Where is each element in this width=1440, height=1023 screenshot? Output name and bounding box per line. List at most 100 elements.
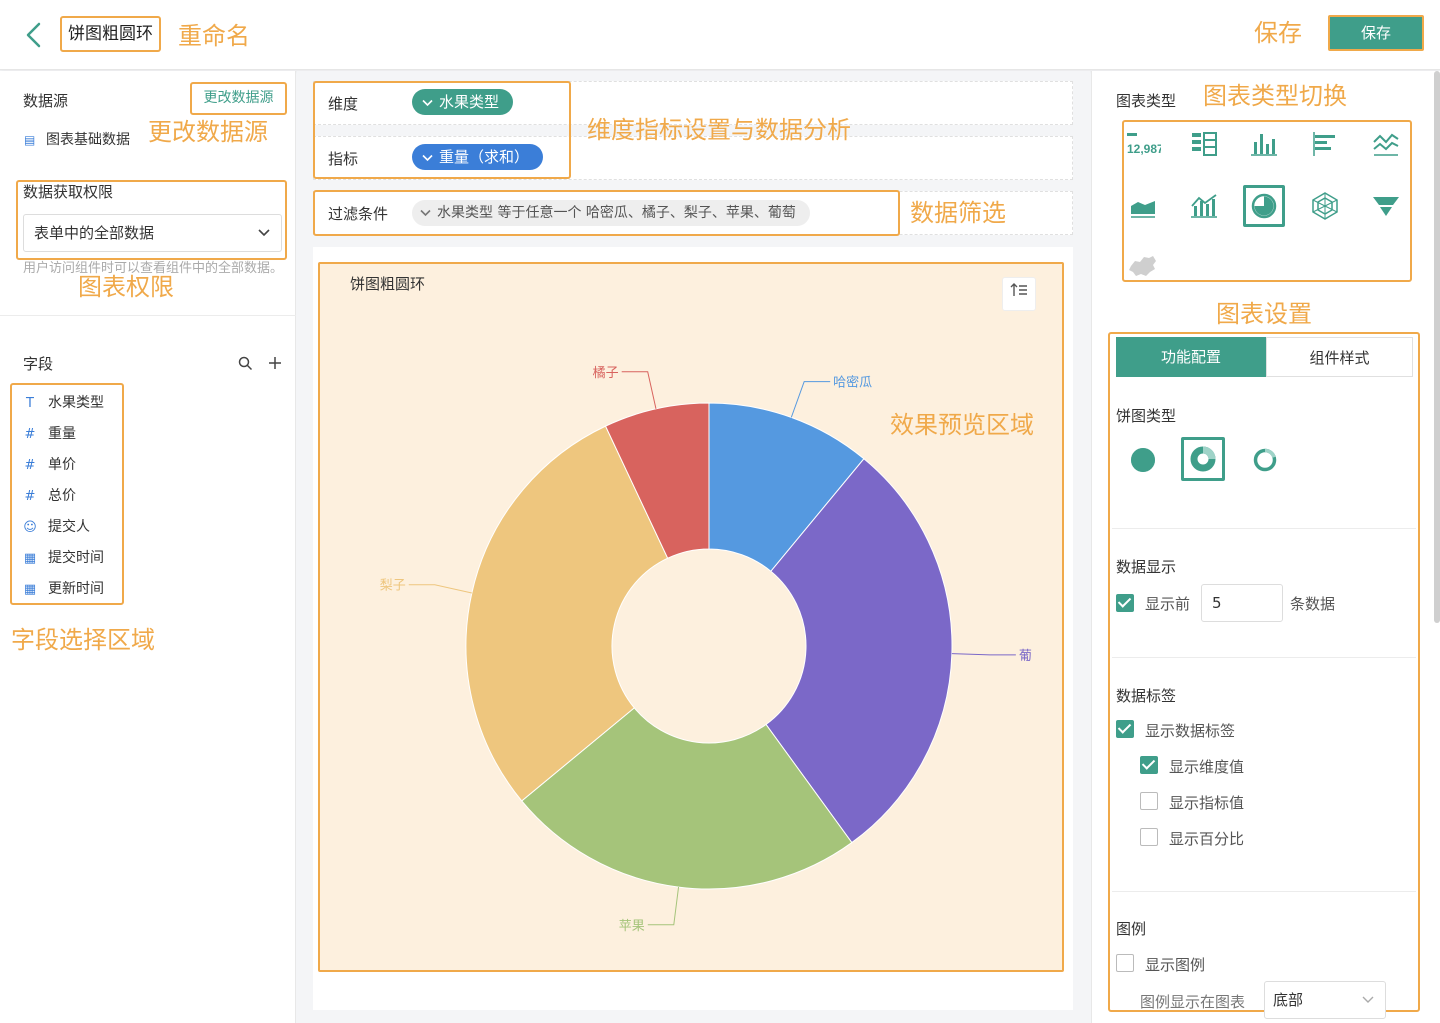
- show-percent-text: 显示百分比: [1169, 830, 1245, 848]
- thin-ring-icon: [1253, 448, 1277, 472]
- annotation-chart-switch: 图表类型切换: [1203, 82, 1347, 110]
- chart-name-box[interactable]: 饼图粗圆环: [60, 16, 161, 52]
- pie-type-thin-ring[interactable]: [1243, 438, 1287, 482]
- metric-label: 指标: [328, 150, 359, 168]
- data-display-title: 数据显示: [1116, 558, 1177, 576]
- chart-type-funnel[interactable]: [1365, 185, 1407, 227]
- back-button[interactable]: [20, 18, 50, 52]
- show-dim-value-text: 显示维度值: [1169, 758, 1245, 776]
- chart-type-kpi[interactable]: 12,987: [1122, 123, 1164, 165]
- field-item[interactable]: T 水果类型: [22, 390, 104, 416]
- filter-label: 过滤条件: [328, 205, 389, 223]
- legend-title: 图例: [1116, 920, 1147, 938]
- chart-type-horizontal-bar[interactable]: [1304, 123, 1346, 165]
- line-chart-icon: [1373, 133, 1399, 156]
- show-metric-value-checkbox[interactable]: [1140, 792, 1158, 810]
- search-icon[interactable]: [238, 356, 253, 371]
- field-item[interactable]: ☺ 提交人: [22, 514, 90, 540]
- tab-config[interactable]: 功能配置: [1116, 337, 1266, 377]
- field-label: 水果类型: [48, 395, 104, 411]
- annotation-permission: 图表权限: [78, 273, 174, 301]
- save-button[interactable]: 保存: [1328, 15, 1424, 51]
- datasource-item[interactable]: ▤ 图表基础数据: [24, 131, 130, 149]
- metric-pill[interactable]: 重量（求和）: [412, 144, 544, 170]
- field-item[interactable]: ▦ 更新时间: [22, 576, 104, 602]
- pie-type-title: 饼图类型: [1116, 407, 1177, 425]
- field-item[interactable]: # 总价: [22, 483, 76, 509]
- dimension-pill[interactable]: 水果类型: [412, 89, 514, 115]
- tab-style[interactable]: 组件样式: [1266, 337, 1413, 377]
- show-percent-checkbox[interactable]: [1140, 828, 1158, 846]
- horizontal-bar-icon: [1313, 132, 1335, 156]
- annotation-change-datasource: 更改数据源: [148, 118, 268, 146]
- legend-position-label: 图例显示在图表: [1140, 993, 1246, 1011]
- pie-chart-icon: [1251, 193, 1277, 219]
- field-label: 重量: [48, 426, 76, 442]
- filter-pill[interactable]: 水果类型 等于任意一个 哈密瓜、橘子、梨子、苹果、葡萄: [412, 200, 810, 226]
- legend-position-select[interactable]: 底部: [1264, 981, 1386, 1019]
- field-label: 提交人: [48, 519, 90, 535]
- chart-type-line[interactable]: [1365, 123, 1407, 165]
- show-metric-value-text: 显示指标值: [1169, 794, 1245, 812]
- change-datasource-button[interactable]: 更改数据源: [190, 82, 287, 115]
- show-legend-text: 显示图例: [1145, 956, 1206, 974]
- show-data-label-checkbox[interactable]: [1116, 720, 1134, 738]
- funnel-chart-icon: [1373, 197, 1399, 216]
- label-leader-line: [951, 653, 1016, 656]
- slice-label: 哈密瓜: [833, 375, 872, 391]
- kpi-number-icon: 12,987: [1127, 133, 1161, 156]
- chevron-down-icon: [422, 154, 433, 161]
- map-chart-icon: [1129, 256, 1156, 276]
- annotation-chart-settings: 图表设置: [1216, 300, 1312, 328]
- show-dim-value-checkbox[interactable]: [1140, 756, 1158, 774]
- field-item[interactable]: ▦ 提交时间: [22, 545, 104, 571]
- fields-title: 字段: [23, 355, 54, 373]
- chevron-down-icon: [1362, 996, 1374, 1003]
- user-icon: ☺: [23, 520, 37, 535]
- chart-type-bar[interactable]: [1243, 123, 1285, 165]
- chart-type-map[interactable]: [1122, 245, 1164, 287]
- number-field-icon: #: [24, 458, 36, 473]
- annotation-filter: 数据筛选: [910, 199, 1006, 227]
- settings-divider: [1112, 891, 1416, 892]
- text-field-icon: T: [26, 396, 34, 411]
- chart-type-combo[interactable]: [1183, 185, 1225, 227]
- plus-icon[interactable]: [267, 355, 283, 371]
- calendar-icon: ▦: [23, 551, 37, 566]
- field-item[interactable]: # 重量: [22, 421, 76, 447]
- chart-type-radar[interactable]: [1304, 185, 1346, 227]
- top-count-input[interactable]: 5: [1201, 584, 1283, 622]
- field-label: 更新时间: [48, 581, 104, 597]
- pie-type-solid[interactable]: [1121, 438, 1165, 482]
- annotation-rename: 重命名: [178, 22, 250, 50]
- datasource-title: 数据源: [23, 92, 69, 110]
- area-chart-icon: [1131, 201, 1155, 218]
- pie-solid-icon: [1131, 448, 1155, 472]
- scrollbar[interactable]: [1434, 71, 1440, 623]
- chart-type-pie[interactable]: [1243, 185, 1285, 227]
- annotation-config: 维度指标设置与数据分析: [587, 116, 851, 144]
- settings-divider: [1112, 528, 1416, 529]
- permission-select[interactable]: 表单中的全部数据: [23, 214, 282, 252]
- settings-divider: [1112, 657, 1416, 658]
- radar-chart-icon: [1312, 192, 1338, 220]
- show-data-label-text: 显示数据标签: [1145, 722, 1236, 740]
- chart-type-table[interactable]: [1183, 123, 1225, 165]
- thick-donut-icon: [1190, 446, 1216, 472]
- chevron-left-icon: [26, 22, 41, 48]
- annotation-save: 保存: [1254, 19, 1302, 47]
- chevron-down-icon: [258, 229, 270, 237]
- chart-type-area[interactable]: [1122, 185, 1164, 227]
- slice-label: 橘子: [593, 365, 619, 381]
- show-top-suffix: 条数据: [1290, 595, 1336, 613]
- field-item[interactable]: # 单价: [22, 452, 76, 478]
- slice-label: 苹果: [619, 919, 645, 934]
- calendar-icon: ▦: [23, 582, 37, 597]
- field-label: 总价: [48, 488, 76, 504]
- show-top-checkbox[interactable]: [1116, 594, 1134, 612]
- top-bar: 饼图粗圆环 重命名 保存 保存: [0, 0, 1440, 70]
- show-legend-checkbox[interactable]: [1116, 954, 1134, 972]
- svg-text:12,987: 12,987: [1127, 142, 1161, 156]
- field-label: 提交时间: [48, 550, 104, 566]
- pie-type-thick-donut[interactable]: [1181, 437, 1225, 481]
